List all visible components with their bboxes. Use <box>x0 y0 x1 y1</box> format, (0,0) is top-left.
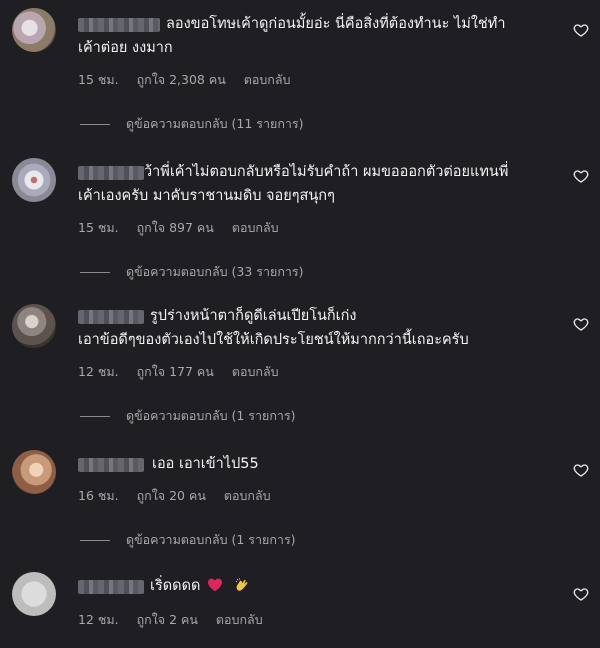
like-count[interactable]: ถูกใจ 20 คน <box>137 488 206 503</box>
comment-meta: 12 ชม. ถูกใจ 2 คน ตอบกลับ <box>78 610 277 630</box>
red-heart-emoji <box>208 578 223 592</box>
clapping-hands-emoji <box>235 578 248 591</box>
comment-time: 12 ชม. <box>78 364 119 379</box>
comment-text: ลองขอโทษเค้าดูก่อนมั้ยอ่ะ นี่คือสิ่งที่ต… <box>166 16 506 32</box>
view-replies-button[interactable]: ดูข้อความตอบกลับ (33 รายการ) <box>80 262 304 282</box>
like-count[interactable]: ถูกใจ 2 คน <box>137 612 198 627</box>
view-replies-label: ดูข้อความตอบกลับ (1 รายการ) <box>126 408 296 423</box>
comment-text-label: เริ่ดดดด <box>150 578 201 594</box>
like-count[interactable]: ถูกใจ 2,308 คน <box>137 72 226 87</box>
view-replies-button[interactable]: ดูข้อความตอบกลับ (1 รายการ) <box>80 406 296 426</box>
comment-time: 12 ชม. <box>78 612 119 627</box>
divider-line <box>80 539 110 541</box>
view-replies-label: ดูข้อความตอบกลับ (1 รายการ) <box>126 532 296 547</box>
comment-time: 15 ชม. <box>78 72 119 87</box>
username-blurred[interactable] <box>78 166 144 180</box>
username-blurred[interactable] <box>78 580 144 594</box>
username-blurred[interactable] <box>78 310 144 324</box>
view-replies-label: ดูข้อความตอบกลับ (11 รายการ) <box>126 116 304 131</box>
comment-text: เออ เอาเข้าไป55 <box>152 456 259 472</box>
view-replies-button[interactable]: ดูข้อความตอบกลับ (11 รายการ) <box>80 114 304 134</box>
username-blurred[interactable] <box>78 18 160 32</box>
comment-time: 15 ชม. <box>78 220 119 235</box>
divider-line <box>80 415 110 417</box>
comment-meta: 15 ชม. ถูกใจ 2,308 คน ตอบกลับ <box>78 70 304 90</box>
view-replies-button[interactable]: ดูข้อความตอบกลับ (1 รายการ) <box>80 530 296 550</box>
heart-outline-icon[interactable] <box>573 586 589 602</box>
comment-meta: 15 ชม. ถูกใจ 897 คน ตอบกลับ <box>78 218 293 238</box>
avatar[interactable] <box>12 450 56 494</box>
divider-line <box>80 123 110 125</box>
like-count[interactable]: ถูกใจ 897 คน <box>137 220 214 235</box>
comment-meta: 12 ชม. ถูกใจ 177 คน ตอบกลับ <box>78 362 293 382</box>
reply-button[interactable]: ตอบกลับ <box>244 72 291 87</box>
comment-text: ว้าพี่เค้าไม่ตอบกลับหรือไม่รับคำถ้า ผมขอ… <box>144 164 509 180</box>
comment-meta: 16 ชม. ถูกใจ 20 คน ตอบกลับ <box>78 486 285 506</box>
view-replies-label: ดูข้อความตอบกลับ (33 รายการ) <box>126 264 304 279</box>
comment-text: รูปร่างหน้าตาก็ดูดีเล่นเปียโนก็เก่ง <box>150 308 357 324</box>
reply-button[interactable]: ตอบกลับ <box>232 220 279 235</box>
comment-text-continued: เค้าต่อย งงมาก <box>78 40 173 56</box>
avatar[interactable] <box>12 304 56 348</box>
reply-button[interactable]: ตอบกลับ <box>232 364 279 379</box>
avatar[interactable] <box>12 572 56 616</box>
comment-text-continued: เอาข้อดีๆของตัวเองไปใช้ให้เกิดประโยชน์ให… <box>78 332 469 348</box>
reply-button[interactable]: ตอบกลับ <box>216 612 263 627</box>
avatar[interactable] <box>12 158 56 202</box>
username-blurred[interactable] <box>78 458 144 472</box>
heart-outline-icon[interactable] <box>573 22 589 38</box>
reply-button[interactable]: ตอบกลับ <box>224 488 271 503</box>
heart-outline-icon[interactable] <box>573 316 589 332</box>
avatar[interactable] <box>12 8 56 52</box>
heart-outline-icon[interactable] <box>573 462 589 478</box>
comment-text: เริ่ดดดด <box>150 574 250 598</box>
like-count[interactable]: ถูกใจ 177 คน <box>137 364 214 379</box>
comment-time: 16 ชม. <box>78 488 119 503</box>
comment-text-continued: เค้าเองครับ มาคับราชานมดิบ จอยๆสนุกๆ <box>78 188 335 204</box>
heart-outline-icon[interactable] <box>573 168 589 184</box>
divider-line <box>80 271 110 273</box>
